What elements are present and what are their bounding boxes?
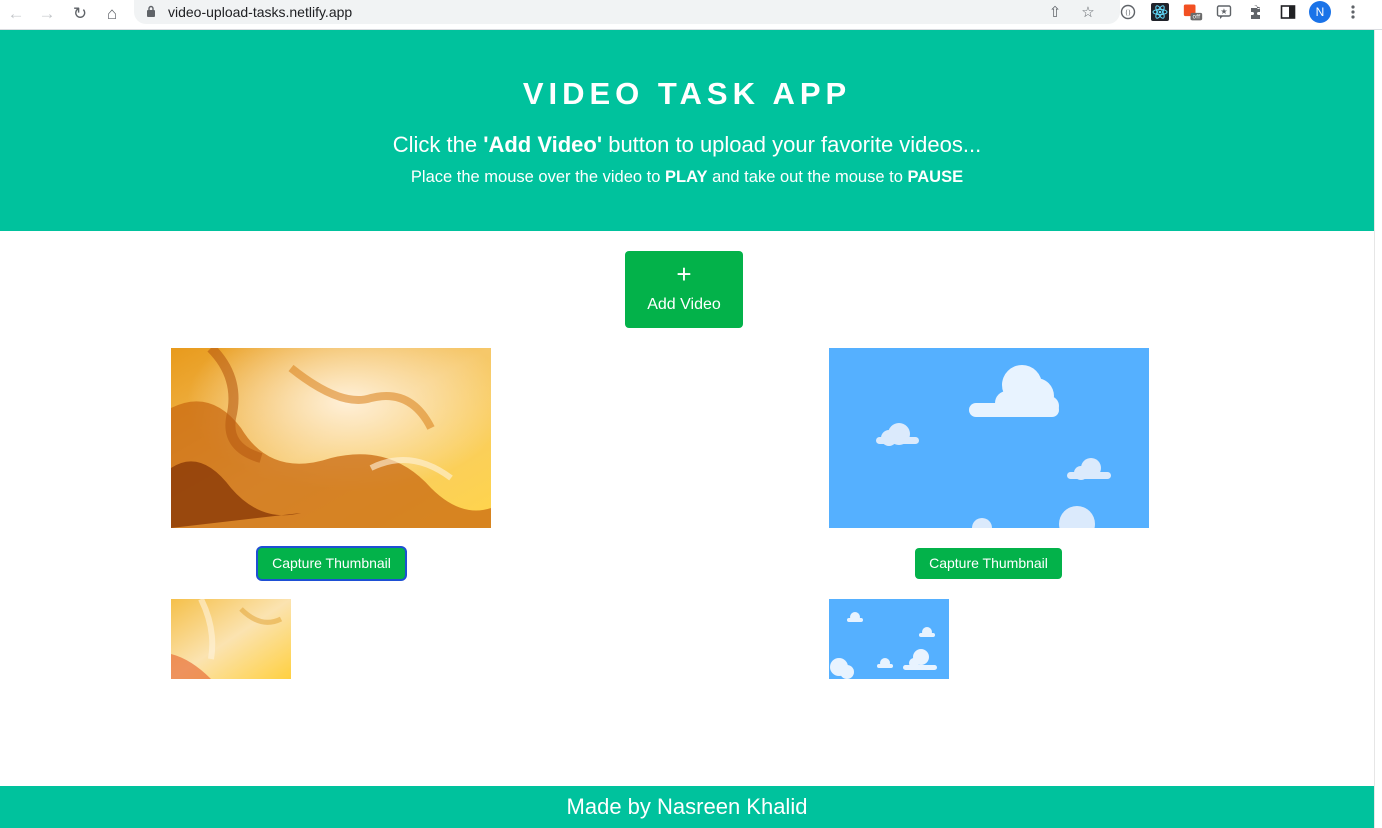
back-icon[interactable]: ← (4, 2, 28, 24)
hero-subtitle-suffix: button to upload your favorite videos... (602, 132, 982, 157)
add-video-label: Add Video (647, 296, 721, 313)
svg-text:off: off (1193, 15, 1202, 21)
reload-icon[interactable]: ↻ (68, 2, 92, 24)
hint-prefix: Place the mouse over the video to (410, 168, 665, 186)
hint-play: PLAY (664, 168, 708, 186)
extension-circle-icon[interactable]: () (1118, 2, 1138, 22)
page-title: VIDEO TASK APP (522, 76, 852, 111)
video-player-2[interactable] (829, 348, 1149, 528)
footer: Made by Nasreen Khalid (0, 786, 1374, 828)
add-video-button[interactable]: + Add Video (625, 251, 743, 328)
menu-icon[interactable] (1343, 2, 1363, 22)
side-panel-icon[interactable] (1278, 2, 1298, 22)
video-frame-golden (171, 348, 491, 528)
bookmark-star-icon[interactable]: ☆ (1077, 1, 1099, 23)
forward-icon[interactable]: → (35, 2, 59, 24)
share-icon[interactable]: ⇧ (1044, 1, 1066, 23)
page: VIDEO TASK APP Click the 'Add Video' but… (0, 30, 1374, 828)
hero-subtitle-bold: 'Add Video' (483, 132, 603, 157)
page-scrollbar[interactable] (1374, 30, 1382, 828)
home-icon[interactable]: ⌂ (100, 2, 124, 24)
hint-middle: and take out the mouse to (707, 168, 908, 186)
profile-avatar[interactable]: N (1309, 1, 1331, 23)
lock-icon (147, 5, 155, 17)
react-devtools-icon[interactable] (1150, 2, 1170, 22)
url-text: video-upload-tasks.netlify.app (168, 4, 353, 20)
hero-hint: Place the mouse over the video to PLAY a… (0, 168, 1374, 187)
hint-pause: PAUSE (907, 168, 964, 186)
feedback-extension-icon[interactable]: ★ (1214, 2, 1234, 22)
video-frame-sky (829, 348, 1149, 528)
plus-icon: + (676, 259, 692, 289)
svg-text:★: ★ (1220, 7, 1227, 16)
video-player-1[interactable] (171, 348, 491, 528)
extension-off-icon[interactable]: off (1183, 2, 1203, 22)
address-bar[interactable]: video-upload-tasks.netlify.app ⇧ ☆ (134, 0, 1120, 24)
capture-thumbnail-button-2[interactable]: Capture Thumbnail (915, 548, 1062, 579)
hero-banner: VIDEO TASK APP Click the 'Add Video' but… (0, 30, 1374, 231)
thumbnail-1 (171, 599, 291, 679)
hero-subtitle: Click the 'Add Video' button to upload y… (0, 132, 1374, 158)
hero-subtitle-prefix: Click the (392, 132, 484, 157)
capture-thumbnail-button-1[interactable]: Capture Thumbnail (258, 548, 405, 579)
extensions-icon[interactable] (1246, 2, 1266, 22)
svg-text:(): () (1125, 9, 1131, 17)
browser-toolbar: ← → ↻ ⌂ video-upload-tasks.netlify.app ⇧… (0, 0, 1382, 30)
thumbnail-2 (829, 599, 949, 679)
